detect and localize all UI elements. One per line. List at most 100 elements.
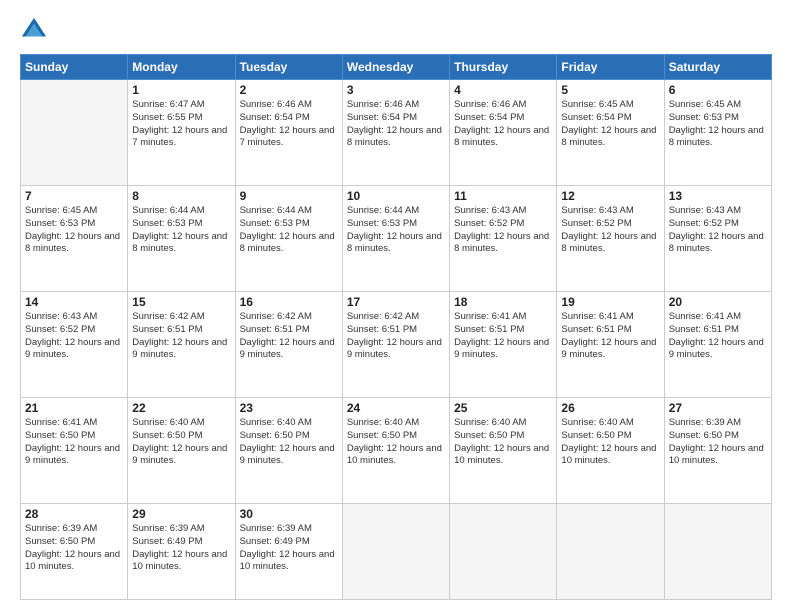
- day-number: 2: [240, 83, 338, 97]
- page: Sunday Monday Tuesday Wednesday Thursday…: [0, 0, 792, 612]
- col-friday: Friday: [557, 55, 664, 80]
- table-row: 19 Sunrise: 6:41 AM Sunset: 6:51 PM Dayli…: [557, 292, 664, 398]
- calendar-week-0: 1 Sunrise: 6:47 AM Sunset: 6:55 PM Daylig…: [21, 80, 772, 186]
- day-number: 9: [240, 189, 338, 203]
- table-row: 4 Sunrise: 6:46 AM Sunset: 6:54 PM Daylig…: [450, 80, 557, 186]
- table-row: 24 Sunrise: 6:40 AM Sunset: 6:50 PM Dayli…: [342, 398, 449, 504]
- table-row: [450, 504, 557, 600]
- table-row: 12 Sunrise: 6:43 AM Sunset: 6:52 PM Dayli…: [557, 186, 664, 292]
- day-info: Sunrise: 6:43 AM Sunset: 6:52 PM Dayligh…: [454, 205, 552, 256]
- col-saturday: Saturday: [664, 55, 771, 80]
- day-number: 10: [347, 189, 445, 203]
- table-row: [21, 80, 128, 186]
- day-number: 12: [561, 189, 659, 203]
- table-row: 5Sunrise: 6:45 AM Sunset: 6:54 PM Daylig…: [557, 80, 664, 186]
- table-row: 8 Sunrise: 6:44 AM Sunset: 6:53 PM Daylig…: [128, 186, 235, 292]
- table-row: [557, 504, 664, 600]
- table-row: 13 Sunrise: 6:43 AM Sunset: 6:52 PM Dayli…: [664, 186, 771, 292]
- day-info: Sunrise: 6:42 AM Sunset: 6:51 PM Dayligh…: [240, 311, 338, 362]
- day-number: 24: [347, 401, 445, 415]
- day-info: Sunrise: 6:45 AM Sunset: 6:53 PM Dayligh…: [669, 99, 767, 150]
- day-number: 8: [132, 189, 230, 203]
- day-info: Sunrise: 6:40 AM Sunset: 6:50 PM Dayligh…: [454, 417, 552, 468]
- day-info: Sunrise: 6:43 AM Sunset: 6:52 PM Dayligh…: [561, 205, 659, 256]
- table-row: 16 Sunrise: 6:42 AM Sunset: 6:51 PM Dayli…: [235, 292, 342, 398]
- col-wednesday: Wednesday: [342, 55, 449, 80]
- day-info: Sunrise: 6:39 AM Sunset: 6:49 PM Dayligh…: [132, 523, 230, 574]
- table-row: 17 Sunrise: 6:42 AM Sunset: 6:51 PM Dayli…: [342, 292, 449, 398]
- calendar-week-2: 14 Sunrise: 6:43 AM Sunset: 6:52 PM Dayli…: [21, 292, 772, 398]
- day-number: 27: [669, 401, 767, 415]
- table-row: [342, 504, 449, 600]
- day-number: 1: [132, 83, 230, 97]
- table-row: 9 Sunrise: 6:44 AM Sunset: 6:53 PM Daylig…: [235, 186, 342, 292]
- day-number: 28: [25, 507, 123, 521]
- table-row: 29 Sunrise: 6:39 AM Sunset: 6:49 PM Dayli…: [128, 504, 235, 600]
- day-number: 6: [669, 83, 767, 97]
- day-info: Sunrise: 6:43 AM Sunset: 6:52 PM Dayligh…: [25, 311, 123, 362]
- day-number: 11: [454, 189, 552, 203]
- day-info: Sunrise: 6:46 AM Sunset: 6:54 PM Dayligh…: [347, 99, 445, 150]
- table-row: 21 Sunrise: 6:41 AM Sunset: 6:50 PM Dayli…: [21, 398, 128, 504]
- day-number: 17: [347, 295, 445, 309]
- day-info: Sunrise: 6:41 AM Sunset: 6:51 PM Dayligh…: [454, 311, 552, 362]
- table-row: 15 Sunrise: 6:42 AM Sunset: 6:51 PM Dayli…: [128, 292, 235, 398]
- day-number: 13: [669, 189, 767, 203]
- table-row: 30 Sunrise: 6:39 AM Sunset: 6:49 PM Dayli…: [235, 504, 342, 600]
- day-info: Sunrise: 6:41 AM Sunset: 6:51 PM Dayligh…: [561, 311, 659, 362]
- table-row: 6 Sunrise: 6:45 AM Sunset: 6:53 PM Daylig…: [664, 80, 771, 186]
- calendar-table: Sunday Monday Tuesday Wednesday Thursday…: [20, 54, 772, 600]
- day-number: 16: [240, 295, 338, 309]
- day-info: Sunrise: 6:44 AM Sunset: 6:53 PM Dayligh…: [132, 205, 230, 256]
- day-info: Sunrise: 6:40 AM Sunset: 6:50 PM Dayligh…: [561, 417, 659, 468]
- day-number: 3: [347, 83, 445, 97]
- header-row: Sunday Monday Tuesday Wednesday Thursday…: [21, 55, 772, 80]
- col-tuesday: Tuesday: [235, 55, 342, 80]
- day-number: 19: [561, 295, 659, 309]
- day-number: 4: [454, 83, 552, 97]
- table-row: 23 Sunrise: 6:40 AM Sunset: 6:50 PM Dayli…: [235, 398, 342, 504]
- col-sunday: Sunday: [21, 55, 128, 80]
- table-row: 22Sunrise: 6:40 AM Sunset: 6:50 PM Dayli…: [128, 398, 235, 504]
- day-number: 18: [454, 295, 552, 309]
- day-info: Sunrise: 6:44 AM Sunset: 6:53 PM Dayligh…: [240, 205, 338, 256]
- logo: [20, 16, 54, 44]
- day-number: 30: [240, 507, 338, 521]
- day-info: Sunrise: 6:43 AM Sunset: 6:52 PM Dayligh…: [669, 205, 767, 256]
- table-row: 1 Sunrise: 6:47 AM Sunset: 6:55 PM Daylig…: [128, 80, 235, 186]
- day-info: Sunrise: 6:39 AM Sunset: 6:49 PM Dayligh…: [240, 523, 338, 574]
- day-info: Sunrise: 6:44 AM Sunset: 6:53 PM Dayligh…: [347, 205, 445, 256]
- day-info: Sunrise: 6:40 AM Sunset: 6:50 PM Dayligh…: [240, 417, 338, 468]
- col-monday: Monday: [128, 55, 235, 80]
- day-info: Sunrise: 6:40 AM Sunset: 6:50 PM Dayligh…: [132, 417, 230, 468]
- day-number: 21: [25, 401, 123, 415]
- day-number: 15: [132, 295, 230, 309]
- table-row: 14 Sunrise: 6:43 AM Sunset: 6:52 PM Dayli…: [21, 292, 128, 398]
- day-number: 20: [669, 295, 767, 309]
- calendar-week-3: 21 Sunrise: 6:41 AM Sunset: 6:50 PM Dayli…: [21, 398, 772, 504]
- table-row: 7Sunrise: 6:45 AM Sunset: 6:53 PM Daylig…: [21, 186, 128, 292]
- table-row: [664, 504, 771, 600]
- day-info: Sunrise: 6:45 AM Sunset: 6:54 PM Dayligh…: [561, 99, 659, 150]
- table-row: 11 Sunrise: 6:43 AM Sunset: 6:52 PM Dayli…: [450, 186, 557, 292]
- day-number: 29: [132, 507, 230, 521]
- table-row: 2Sunrise: 6:46 AM Sunset: 6:54 PM Daylig…: [235, 80, 342, 186]
- table-row: 25Sunrise: 6:40 AM Sunset: 6:50 PM Dayli…: [450, 398, 557, 504]
- day-info: Sunrise: 6:42 AM Sunset: 6:51 PM Dayligh…: [347, 311, 445, 362]
- day-number: 14: [25, 295, 123, 309]
- day-info: Sunrise: 6:47 AM Sunset: 6:55 PM Dayligh…: [132, 99, 230, 150]
- day-number: 23: [240, 401, 338, 415]
- table-row: 10 Sunrise: 6:44 AM Sunset: 6:53 PM Dayli…: [342, 186, 449, 292]
- table-row: 26Sunrise: 6:40 AM Sunset: 6:50 PM Dayli…: [557, 398, 664, 504]
- day-info: Sunrise: 6:41 AM Sunset: 6:50 PM Dayligh…: [25, 417, 123, 468]
- day-info: Sunrise: 6:46 AM Sunset: 6:54 PM Dayligh…: [454, 99, 552, 150]
- calendar-week-1: 7Sunrise: 6:45 AM Sunset: 6:53 PM Daylig…: [21, 186, 772, 292]
- day-info: Sunrise: 6:42 AM Sunset: 6:51 PM Dayligh…: [132, 311, 230, 362]
- day-info: Sunrise: 6:41 AM Sunset: 6:51 PM Dayligh…: [669, 311, 767, 362]
- day-info: Sunrise: 6:39 AM Sunset: 6:50 PM Dayligh…: [669, 417, 767, 468]
- table-row: 20 Sunrise: 6:41 AM Sunset: 6:51 PM Dayli…: [664, 292, 771, 398]
- day-number: 7: [25, 189, 123, 203]
- table-row: 28Sunrise: 6:39 AM Sunset: 6:50 PM Dayli…: [21, 504, 128, 600]
- calendar-week-4: 28Sunrise: 6:39 AM Sunset: 6:50 PM Dayli…: [21, 504, 772, 600]
- day-info: Sunrise: 6:40 AM Sunset: 6:50 PM Dayligh…: [347, 417, 445, 468]
